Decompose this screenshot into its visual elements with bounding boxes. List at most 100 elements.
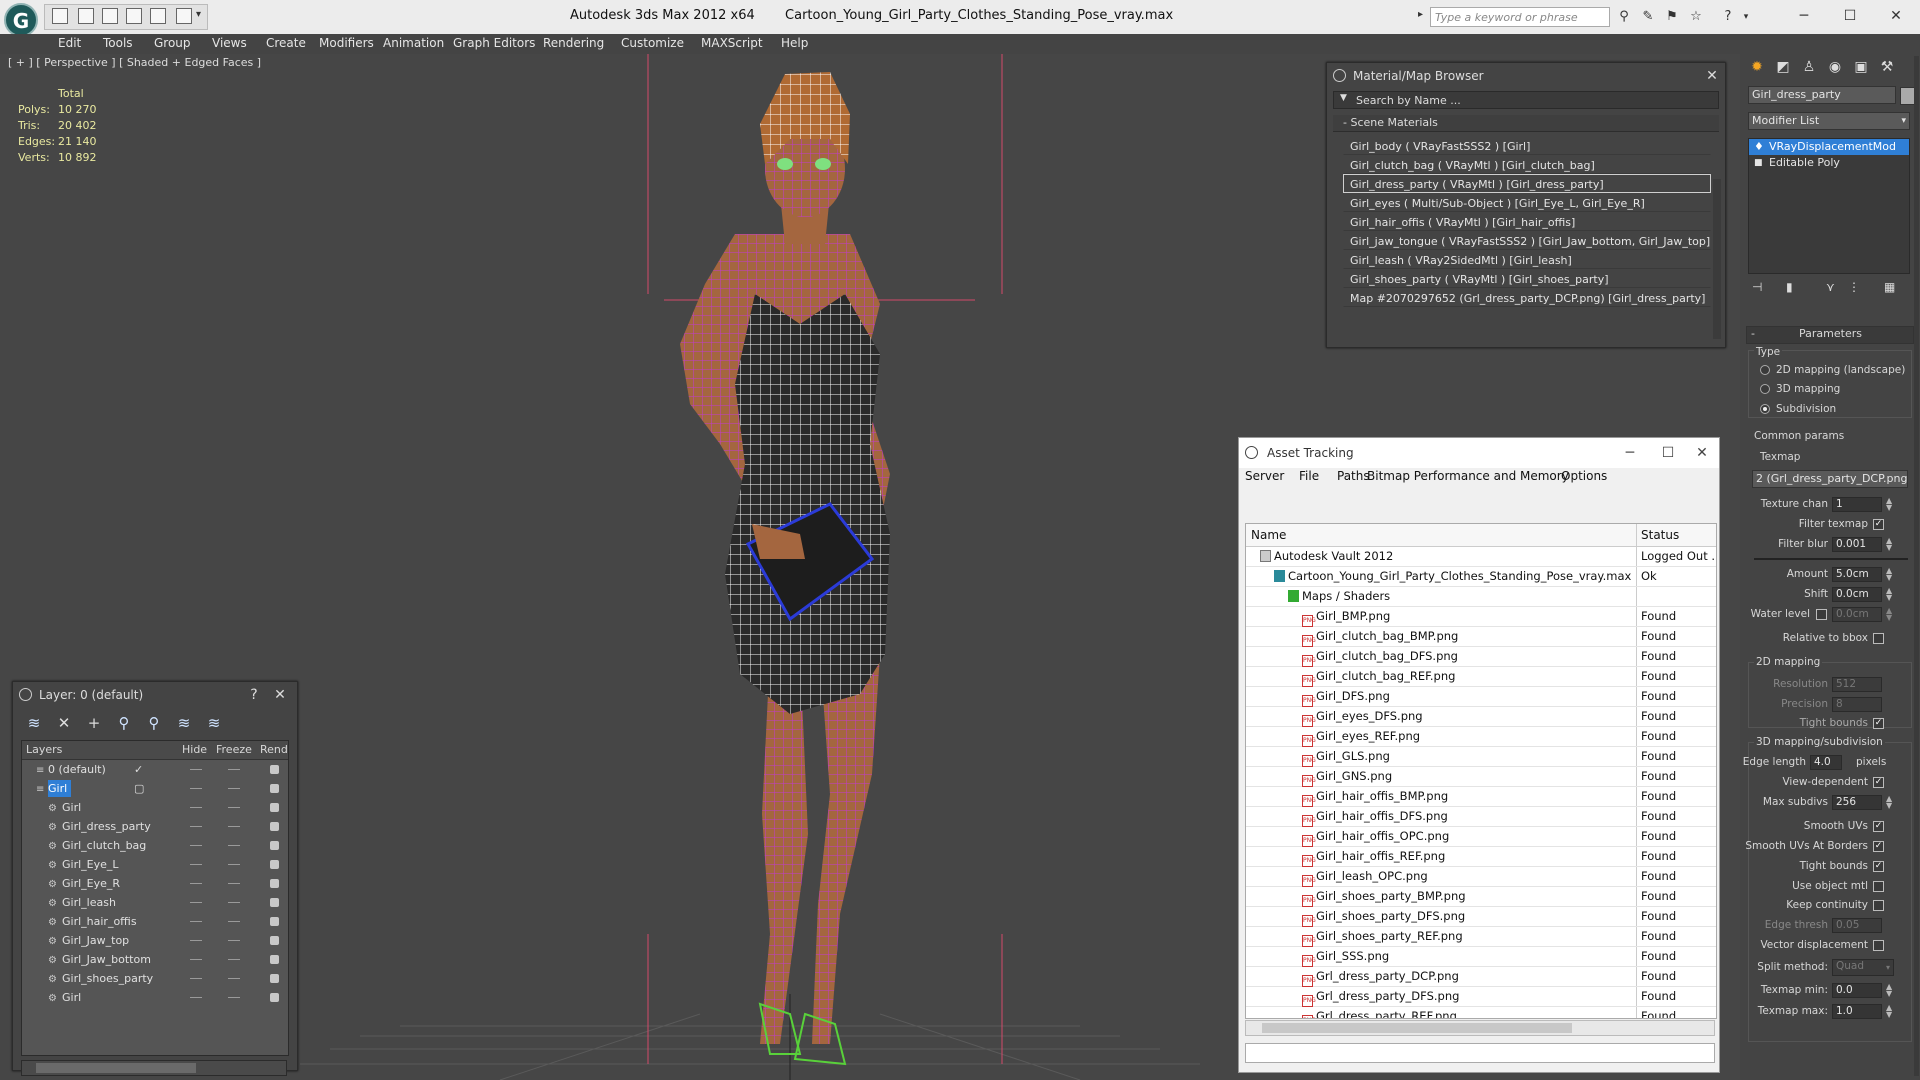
material-item[interactable]: Girl_shoes_party ( VRayMtl ) [Girl_shoes… [1343,269,1711,288]
layer-object-row[interactable]: ⚙ Girl_Jaw_bottom [22,950,288,969]
create-layer-icon[interactable]: ≋ [25,714,43,732]
column-freeze[interactable]: Freeze [216,741,252,759]
smooth-uvs-borders-checkbox[interactable]: ✓ [1873,841,1884,852]
use-object-mtl-checkbox[interactable] [1873,881,1884,892]
column-name[interactable]: Name [1251,524,1286,546]
lightbulb-icon[interactable]: ♦ [1754,139,1764,155]
add-to-layer-icon[interactable]: + [85,714,103,732]
asset-menu-bitmap-performance[interactable]: Bitmap Performance and Memory [1367,469,1569,483]
tight-bounds-checkbox[interactable]: ✓ [1873,861,1884,872]
render-teapot-icon[interactable] [270,803,279,812]
asset-row[interactable]: PNGGirl_DFS.png Found [1246,687,1716,707]
column-hide[interactable]: Hide [182,741,207,759]
freeze-toggle[interactable] [228,978,240,979]
asset-row[interactable]: PNGGrl_dress_party_REF.png Found [1246,1007,1716,1018]
menu-tools[interactable]: Tools [103,36,133,50]
hide-toggle[interactable] [190,921,202,922]
material-browser-titlebar[interactable]: Material/Map Browser ✕ [1327,63,1725,89]
smooth-uvs-checkbox[interactable]: ✓ [1873,821,1884,832]
spinner-arrows-icon[interactable]: ▲ ▼ [1886,983,1892,998]
asset-row[interactable]: PNGGirl_shoes_party_REF.png Found [1246,927,1716,947]
utilities-tab-icon[interactable]: ⚒ [1876,56,1898,78]
freeze-toggle[interactable] [228,769,240,770]
freeze-toggle[interactable] [228,997,240,998]
material-item[interactable]: Girl_clutch_bag ( VRayMtl ) [Girl_clutch… [1343,155,1711,174]
freeze-toggle[interactable] [228,826,240,827]
layer-object-row[interactable]: ⚙ Girl_shoes_party [22,969,288,988]
asset-row[interactable]: PNGGrl_dress_party_DFS.png Found [1246,987,1716,1007]
layer-object-row[interactable]: ⚙ Girl_clutch_bag [22,836,288,855]
scroll-thumb[interactable] [36,1063,196,1073]
asset-row[interactable]: PNGGirl_shoes_party_BMP.png Found [1246,887,1716,907]
keyword-search-input[interactable]: Type a keyword or phrase [1430,7,1610,27]
column-layers[interactable]: Layers [26,741,62,759]
layer-object-row[interactable]: ⚙ Girl_leash [22,893,288,912]
menu-animation[interactable]: Animation [383,36,444,50]
menu-customize[interactable]: Customize [621,36,684,50]
render-teapot-icon[interactable] [270,955,279,964]
open-file-icon[interactable] [52,8,68,24]
object-name-field[interactable]: Girl_dress_party [1748,86,1896,104]
command-panel-scrollbar[interactable] [1914,56,1919,1076]
asset-tracking-titlebar[interactable]: Asset Tracking ─ ☐ ✕ [1239,438,1719,468]
max-subdivs-spinner[interactable]: 256 [1832,795,1882,810]
asset-menu-server[interactable]: Server [1245,469,1284,483]
qa-dropdown-icon[interactable]: ▾ [196,9,201,20]
material-item[interactable]: Girl_hair_offis ( VRayMtl ) [Girl_hair_o… [1343,212,1711,231]
filter-texmap-checkbox[interactable]: ✓ [1873,519,1884,530]
favorites-star-icon[interactable]: ☆ [1688,9,1704,25]
freeze-toggle[interactable] [228,845,240,846]
precision-spinner[interactable]: 8 [1832,697,1882,712]
menu-create[interactable]: Create [266,36,306,50]
modifier-list-dropdown[interactable]: Modifier List ▾ [1748,112,1910,130]
parameters-rollout-header[interactable]: - Parameters [1746,326,1914,344]
relative-bbox-checkbox[interactable] [1873,633,1884,644]
render-teapot-icon[interactable] [270,936,279,945]
save-file-icon[interactable] [78,8,94,24]
search-expand-icon[interactable]: ▸ [1418,9,1423,20]
split-method-dropdown[interactable]: Quad ▾ [1832,959,1894,976]
layer-object-row[interactable]: ⚙ Girl_dress_party [22,817,288,836]
spinner-arrows-icon[interactable]: ▲ ▼ [1886,587,1892,602]
make-unique-icon[interactable]: ⋎ [1826,280,1835,294]
menu-graph-editors[interactable]: Graph Editors [453,36,535,50]
hide-toggle[interactable] [190,997,202,998]
show-end-result-icon[interactable]: ▮ [1786,280,1793,294]
scene-materials-group[interactable]: - Scene Materials [1333,115,1719,132]
layer-object-row[interactable]: ⚙ Girl_Eye_R [22,874,288,893]
amount-spinner[interactable]: 5.0cm [1832,567,1882,582]
freeze-toggle[interactable] [228,921,240,922]
hide-toggle[interactable] [190,978,202,979]
set-current-icon[interactable]: ▢ [134,779,144,798]
app-logo-icon[interactable]: G [4,3,38,37]
expand-icon[interactable]: ■ [1754,155,1763,171]
hide-toggle[interactable] [190,959,202,960]
spinner-arrows-icon[interactable]: ▲ ▼ [1886,567,1892,582]
filter-blur-spinner[interactable]: 0.001 [1832,537,1882,552]
asset-row[interactable]: PNGGirl_leash_OPC.png Found [1246,867,1716,887]
resolution-spinner[interactable]: 512 [1832,677,1882,692]
render-teapot-icon[interactable] [270,879,279,888]
stack-item-editable-poly[interactable]: ■ Editable Poly [1749,155,1909,171]
layer-manager-titlebar[interactable]: Layer: 0 (default) ? ✕ [13,682,297,708]
tight-bounds-2d-checkbox[interactable]: ✓ [1873,718,1884,729]
redo-icon[interactable] [176,8,192,24]
remove-modifier-icon[interactable]: ⋮ [1848,280,1860,294]
edge-length-spinner[interactable]: 4.0 [1810,755,1842,770]
modify-tab-icon[interactable]: ◩ [1772,56,1794,78]
layer-object-row[interactable]: ⚙ Girl [22,988,288,1007]
help-dropdown-icon[interactable]: ▾ [1738,9,1754,25]
asset-menu-file[interactable]: File [1299,469,1319,483]
texmap-min-spinner[interactable]: 0.0 [1832,983,1882,998]
material-item[interactable]: Map #2070297652 (Grl_dress_party_DCP.png… [1343,288,1711,307]
asset-row[interactable]: PNGGirl_clutch_bag_BMP.png Found [1246,627,1716,647]
freeze-toggle[interactable] [228,807,240,808]
asset-row[interactable]: PNGGirl_BMP.png Found [1246,607,1716,627]
menu-modifiers[interactable]: Modifiers [319,36,374,50]
freeze-toggle[interactable] [228,864,240,865]
binoculars-icon[interactable]: ⚲ [1616,9,1632,25]
hide-toggle[interactable] [190,826,202,827]
help-icon[interactable]: ? [1720,9,1736,25]
column-status[interactable]: Status [1641,524,1679,546]
maximize-icon[interactable]: ☐ [1655,438,1681,468]
